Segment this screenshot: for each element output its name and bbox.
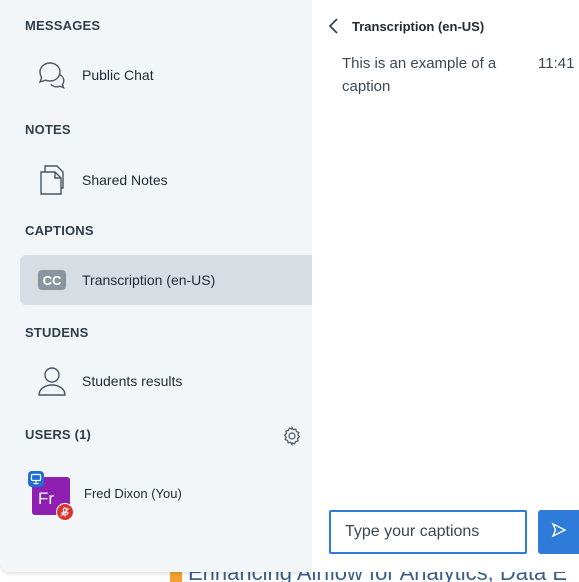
mic-muted-icon	[56, 503, 74, 521]
send-button[interactable]	[538, 510, 579, 554]
sidebar-item-label: Public Chat	[82, 67, 154, 83]
chat-bubbles-icon	[30, 55, 74, 95]
sidebar-item-label: Transcription (en-US)	[82, 272, 216, 288]
svg-text:CC: CC	[43, 273, 62, 288]
sidebar-item-public-chat[interactable]: Public Chat	[20, 50, 312, 100]
chevron-left-icon	[328, 18, 340, 34]
section-title-messages: MESSAGES	[25, 18, 101, 33]
user-list-item[interactable]: Fr Fred Dixon (You)	[20, 470, 312, 521]
caption-input[interactable]	[329, 510, 527, 554]
presenter-icon	[28, 471, 44, 487]
caption-entry-time: 11:41	[538, 55, 575, 72]
sidebar-item-label: Shared Notes	[82, 172, 168, 188]
captions-panel: Transcription (en-US) This is an example…	[312, 0, 579, 572]
sidebar-item-label: Students results	[82, 373, 183, 389]
section-title-students: STUDENS	[25, 325, 89, 340]
sidebar-item-transcription[interactable]: CC Transcription (en-US)	[20, 255, 312, 305]
sidebar: MESSAGES Public Chat NOTES Shared Notes	[0, 0, 312, 572]
avatar: Fr	[28, 471, 76, 521]
user-name: Fred Dixon (You)	[84, 485, 182, 501]
app-window: Enhancing Airflow for Analytics, Data E …	[0, 0, 579, 582]
section-title-captions: CAPTIONS	[25, 223, 94, 238]
section-title-users: USERS (1)	[25, 427, 92, 442]
sidebar-item-shared-notes[interactable]: Shared Notes	[20, 155, 312, 205]
document-icon	[30, 160, 74, 200]
closed-captions-icon: CC	[30, 260, 74, 300]
send-arrow-icon	[551, 522, 567, 543]
gear-icon[interactable]	[282, 425, 302, 447]
sidebar-item-students-results[interactable]: Students results	[20, 356, 312, 406]
caption-entry-text: This is an example of a caption	[342, 55, 497, 95]
user-outline-icon	[30, 361, 74, 401]
panel-back-button[interactable]: Transcription (en-US)	[328, 18, 484, 34]
section-title-notes: NOTES	[25, 122, 71, 137]
panel-title: Transcription (en-US)	[352, 18, 485, 34]
